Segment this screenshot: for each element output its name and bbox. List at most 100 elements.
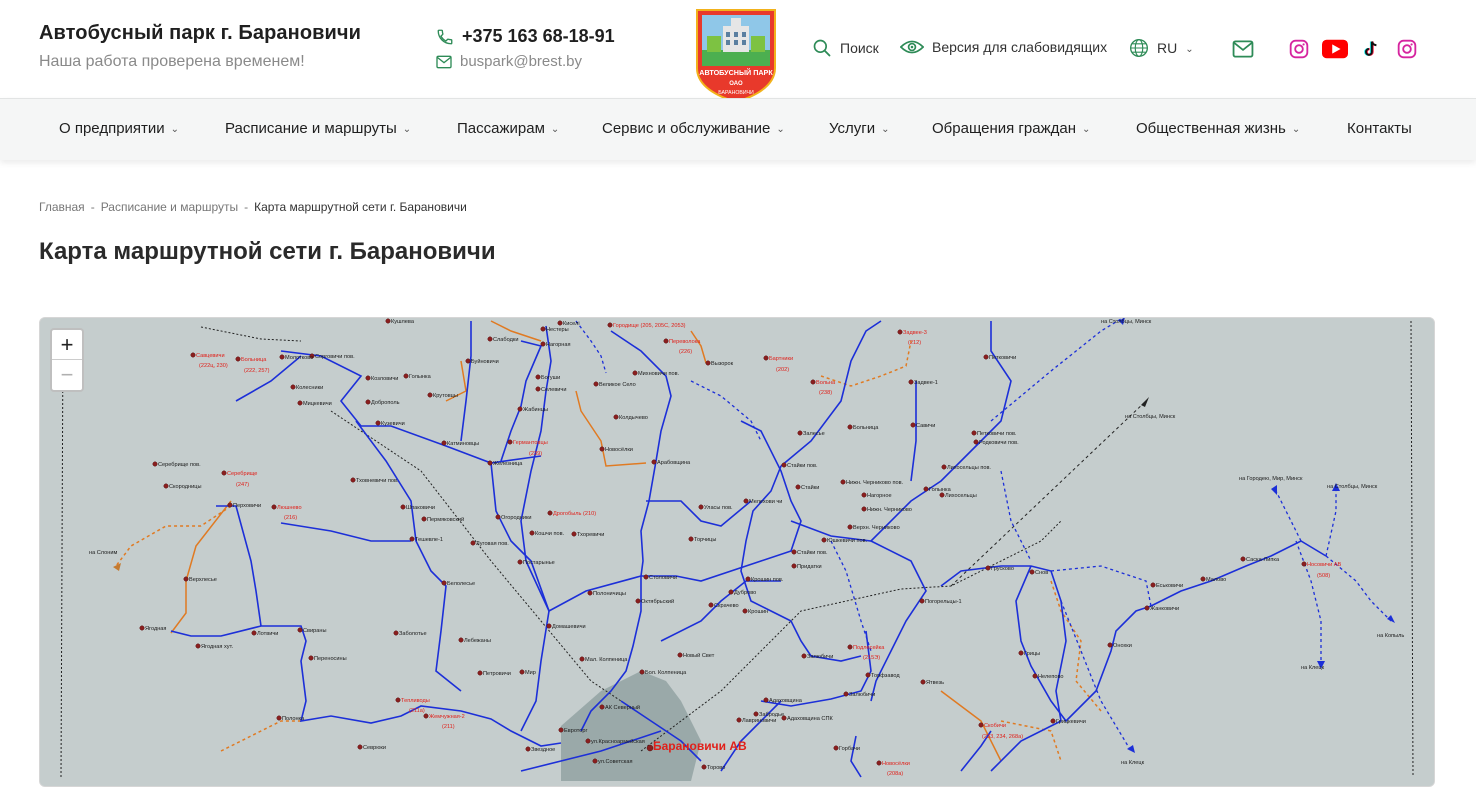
chevron-down-icon: ⌄ bbox=[550, 124, 560, 135]
tiktok-link[interactable] bbox=[1360, 38, 1382, 60]
bus-stop-marker bbox=[547, 510, 553, 516]
map-label-perevoloka: Переволока bbox=[669, 339, 701, 345]
map-label-svirany: Свираны bbox=[303, 628, 326, 634]
logo-text-line3: БАРАНОВИЧИ bbox=[718, 90, 754, 96]
map-label-nelepovo: Нелепово bbox=[1038, 674, 1064, 680]
map-label-ogorodniki: Огородники bbox=[501, 515, 532, 521]
breadcrumb-separator: - bbox=[90, 200, 95, 214]
bus-stop-marker bbox=[1032, 673, 1038, 679]
nav-item-services[interactable]: Услуги ⌄ bbox=[829, 120, 890, 137]
bus-stop-marker bbox=[421, 516, 427, 522]
email-link[interactable]: buspark@brest.by bbox=[436, 53, 582, 70]
phone-link[interactable]: +375 163 68-18-91 bbox=[436, 26, 615, 47]
bus-stop-marker bbox=[403, 373, 409, 379]
bus-stop-marker bbox=[847, 524, 853, 530]
bus-stop-marker bbox=[971, 430, 977, 436]
site-header: Автобусный парк г. Барановичи Наша работ… bbox=[0, 0, 1476, 104]
map-label-petrovichi: Петровичи bbox=[483, 671, 511, 677]
chevron-down-icon: ⌄ bbox=[881, 124, 890, 135]
bus-stop-marker bbox=[190, 352, 196, 358]
map-label-lavrinovichi: Лавриновичи bbox=[742, 718, 776, 724]
map-label-perevoloka-num: (226) bbox=[679, 349, 692, 355]
map-label-bogushi: Богуши bbox=[541, 375, 560, 381]
map-label-verkhlesye: Верхлесье bbox=[189, 577, 217, 583]
map-label-koldychevo: Колдычево bbox=[619, 415, 648, 421]
mail-button[interactable] bbox=[1232, 38, 1254, 60]
map-label-bolnitsa2: Больница bbox=[853, 425, 879, 431]
map-label-bartniki-num: (202) bbox=[776, 367, 789, 373]
bus-stop-marker bbox=[529, 530, 535, 536]
map-label-adakhovshchina: Адаховщина bbox=[769, 698, 803, 704]
nav-item-about[interactable]: О предприятии ⌄ bbox=[59, 120, 179, 137]
breadcrumb-link-home[interactable]: Главная bbox=[39, 200, 85, 214]
map-label-bartniki: Бартники bbox=[769, 356, 793, 362]
map-label-mir: Мир bbox=[525, 670, 536, 676]
bus-stop-marker bbox=[365, 399, 371, 405]
map-label-drogobyl: Дрогобыль (210) bbox=[553, 511, 596, 517]
chevron-down-icon: ⌄ bbox=[170, 124, 180, 135]
map-label-zvezdnoe: Звездное bbox=[531, 747, 555, 753]
nav-item-service[interactable]: Сервис и обслуживание ⌄ bbox=[602, 120, 785, 137]
map-label-staiki-pov2: Стайки пов. bbox=[797, 549, 828, 556]
bus-stop-marker bbox=[705, 360, 711, 366]
map-label-snov: Снов bbox=[1035, 570, 1048, 576]
site-title[interactable]: Автобусный парк г. Барановичи bbox=[39, 22, 361, 45]
map-label-germantovtsy-num: (239) bbox=[529, 451, 542, 457]
main-navigation: О предприятии ⌄ Расписание и маршруты ⌄ Па… bbox=[0, 98, 1476, 160]
map-label-na-kopyl: на Копыль bbox=[1377, 633, 1404, 639]
map-label-serebrische-pov: Серебрище пов. bbox=[158, 462, 201, 468]
bus-stop-marker bbox=[557, 320, 563, 326]
nav-item-passengers[interactable]: Пассажирам ⌄ bbox=[457, 120, 559, 137]
bus-stop-marker bbox=[587, 590, 593, 596]
search-button[interactable]: Поиск bbox=[812, 38, 879, 58]
bus-stop-marker bbox=[1107, 642, 1113, 648]
nav-item-appeals[interactable]: Обращения граждан ⌄ bbox=[932, 120, 1090, 137]
bus-stop-marker bbox=[251, 630, 257, 636]
map-label-buinovichi: Буйновичи bbox=[471, 358, 499, 365]
bus-stop-marker bbox=[487, 336, 493, 342]
map-label-zhabintsy: Жабинцы bbox=[523, 407, 548, 413]
bus-stop-marker bbox=[1240, 556, 1246, 562]
bus-stop-marker bbox=[465, 358, 471, 364]
map-label-ulasy: Уласы пов. bbox=[704, 505, 733, 511]
map-label-na-kletsk: на Клецк bbox=[1301, 665, 1325, 671]
youtube-link[interactable] bbox=[1322, 38, 1348, 60]
map-label-skobichi-num: (233, 234, 268а) bbox=[982, 734, 1023, 740]
chevron-down-icon: ⌄ bbox=[1291, 124, 1301, 135]
map-label-bolnitsa1-num: (222, 257) bbox=[244, 368, 270, 374]
bus-stop-marker bbox=[701, 764, 707, 770]
accessibility-button[interactable]: Версия для слабовидящих bbox=[900, 38, 1107, 56]
bus-stop-marker bbox=[1018, 650, 1024, 656]
map-label-kuzevichi: Кузевичи bbox=[381, 421, 405, 427]
company-logo[interactable]: АВТОБУСНЫЙ ПАРК ОАО БАРАНОВИЧИ bbox=[693, 8, 779, 104]
envelope-icon bbox=[1232, 40, 1254, 58]
zoom-out-button[interactable]: − bbox=[52, 360, 82, 390]
map-label-oshki: Онохки bbox=[1113, 643, 1132, 649]
bus-stop-marker bbox=[423, 713, 429, 719]
language-selector[interactable]: RU ⌄ bbox=[1129, 38, 1194, 58]
bus-stop-marker bbox=[910, 422, 916, 428]
bus-stop-marker bbox=[592, 758, 598, 764]
nav-item-schedule[interactable]: Расписание и маршруты ⌄ bbox=[225, 120, 411, 137]
map-label-kushleva: Кушлева bbox=[391, 319, 415, 325]
map-label-novoselki: Новосёлки bbox=[605, 447, 633, 453]
map-label-zadvee3: Задвее-3 bbox=[903, 330, 927, 336]
bus-stop-marker bbox=[375, 420, 381, 426]
breadcrumb-link-schedule[interactable]: Расписание и маршруты bbox=[101, 200, 238, 214]
instagram-link[interactable] bbox=[1288, 38, 1310, 60]
site-slogan: Наша работа проверена временем! bbox=[39, 53, 305, 70]
map-label-krushin2: Крошин bbox=[748, 609, 768, 615]
map-label-novy-svet: Новый Свет bbox=[683, 652, 715, 659]
bus-stop-marker bbox=[1050, 718, 1056, 724]
bus-stop-marker bbox=[558, 727, 564, 733]
bus-stop-marker bbox=[663, 338, 669, 344]
route-map[interactable]: Кушлева Слабодки Нестеры Киселі Нагорная Горо… bbox=[39, 317, 1435, 787]
instagram-link-2[interactable] bbox=[1396, 38, 1418, 60]
bus-stop-marker bbox=[743, 498, 749, 504]
route-map-canvas[interactable]: Кушлева Слабодки НестерыКиселі Нагорная Горо… bbox=[40, 318, 1435, 787]
bus-stop-marker bbox=[607, 322, 613, 328]
nav-item-contacts[interactable]: Контакты bbox=[1347, 120, 1412, 137]
bus-stop-marker bbox=[195, 643, 201, 649]
nav-item-public-life[interactable]: Общественная жизнь ⌄ bbox=[1136, 120, 1300, 137]
zoom-in-button[interactable]: + bbox=[52, 330, 82, 360]
